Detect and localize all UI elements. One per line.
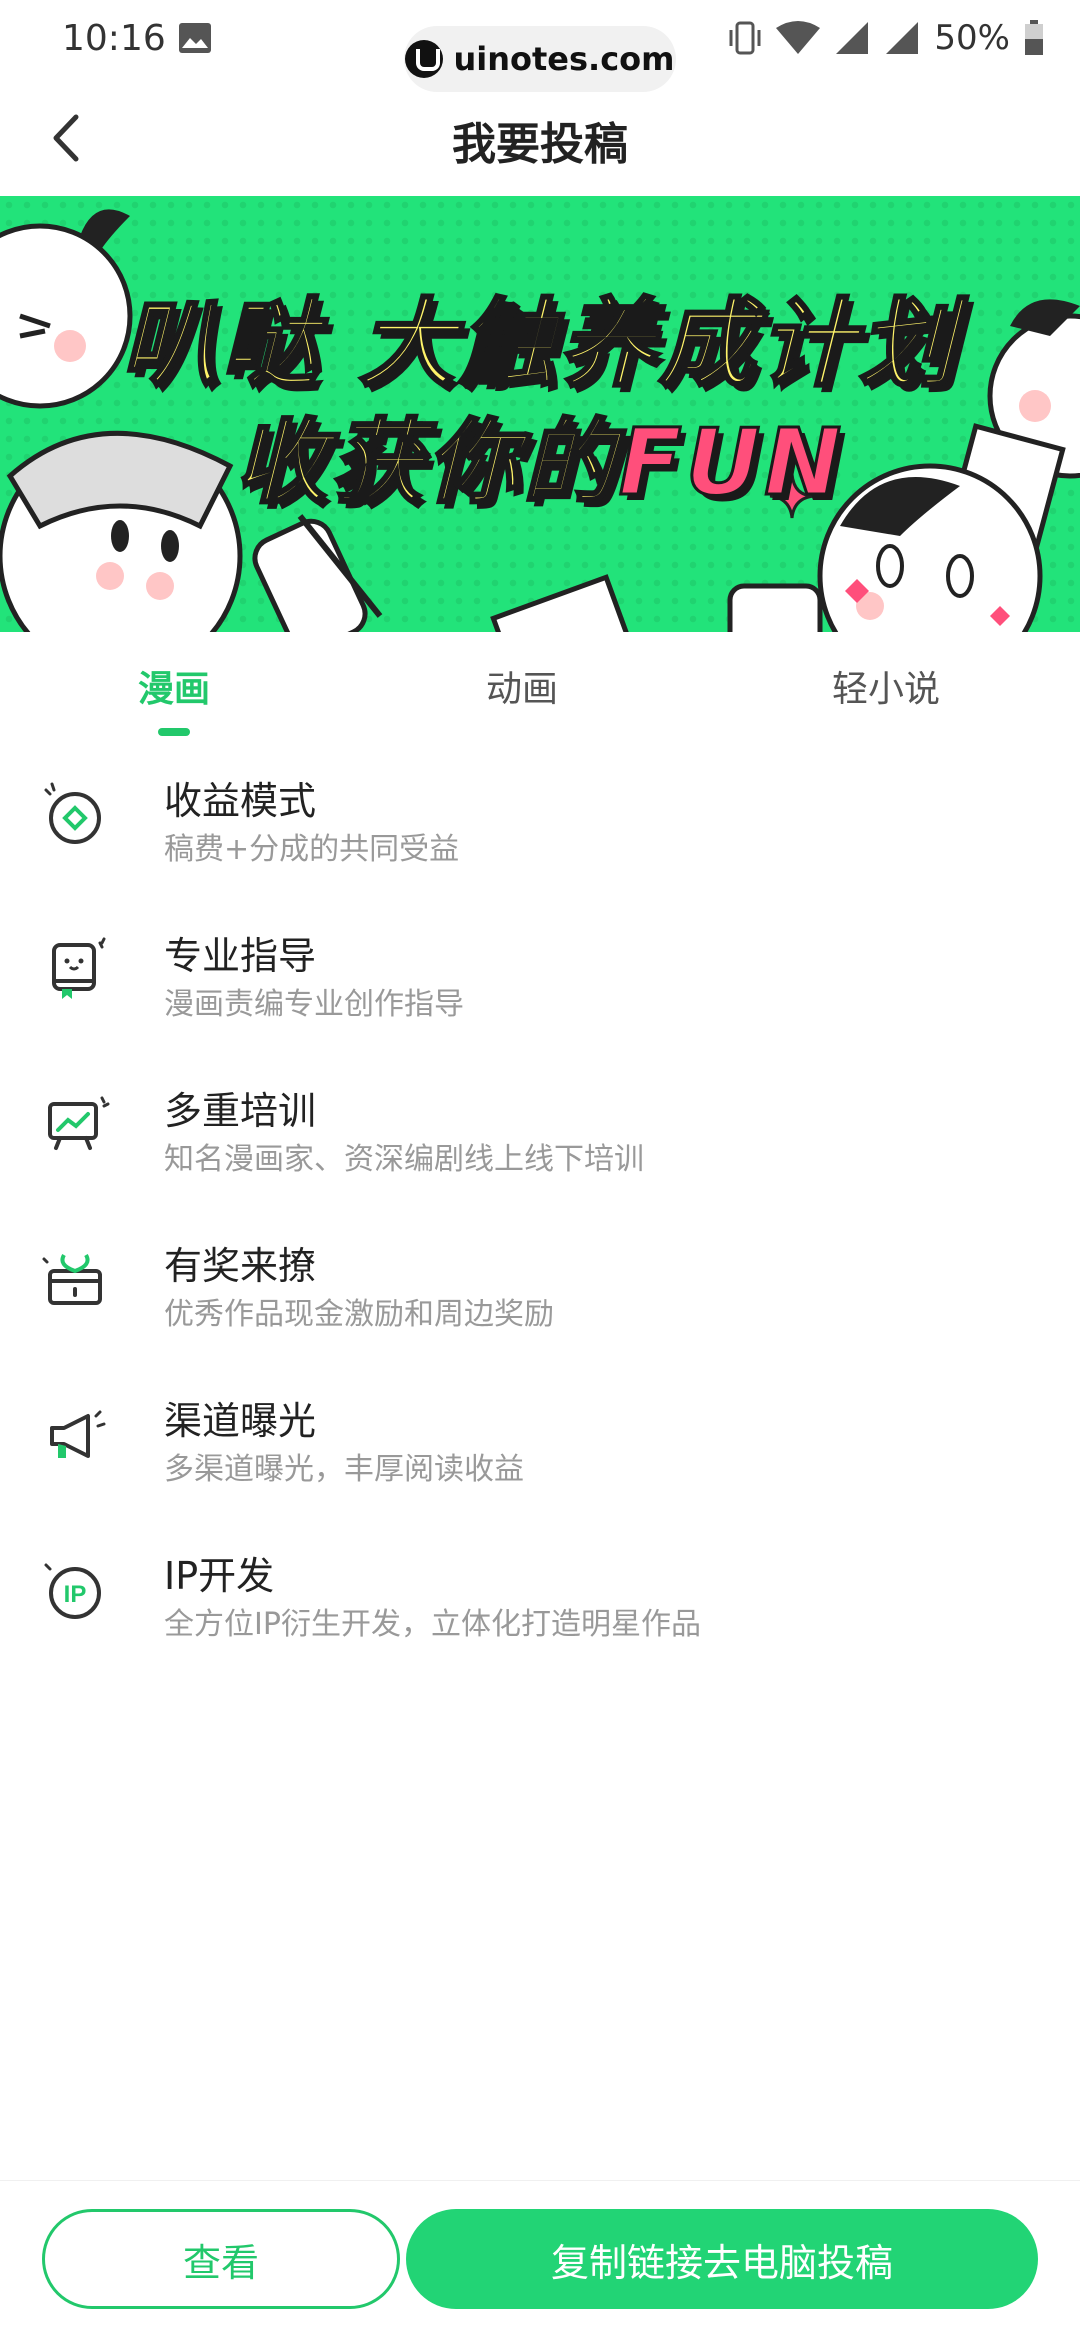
page-title: 我要投稿: [452, 119, 628, 170]
vibrate-icon: [729, 21, 761, 55]
bottom-action-bar: 查看 复制链接去电脑投稿: [0, 2180, 1080, 2341]
category-tabs: 漫画 动画 轻小说: [0, 640, 1080, 740]
feature-desc: 优秀作品现金激励和周边奖励: [164, 1297, 554, 1332]
feature-desc: 全方位IP衍生开发，立体化打造明星作品: [164, 1607, 701, 1642]
feature-desc: 知名漫画家、资深编剧线上线下培训: [164, 1142, 644, 1177]
ip-icon: IP: [44, 1563, 101, 1619]
nav-bar: 我要投稿: [0, 84, 1080, 194]
watermark-text: uinotes.com: [453, 40, 675, 78]
view-button[interactable]: 查看: [42, 2209, 400, 2309]
chart-board-icon: [48, 1096, 110, 1150]
banner-headline: 叭哒 大触养成计划: [120, 287, 959, 402]
feature-title: 专业指导: [164, 934, 317, 978]
watermark-logo-icon: [405, 40, 444, 78]
copy-link-button[interactable]: 复制链接去电脑投稿: [406, 2209, 1038, 2309]
tab-light-novel[interactable]: 轻小说: [832, 660, 940, 712]
banner-highlight: FUN: [617, 408, 846, 518]
promo-banner[interactable]: 叭哒 大触养成计划 收获你的FUN: [0, 196, 1080, 632]
status-icons: 50%: [728, 18, 1044, 58]
feature-title: IP开发: [164, 1554, 275, 1598]
feature-title: 多重培训: [164, 1089, 317, 1133]
feature-title: 渠道曝光: [164, 1399, 317, 1443]
feature-item-ip: IP IP开发 全方位IP衍生开发，立体化打造明星作品: [0, 1543, 1080, 1673]
book-icon: [52, 937, 106, 999]
coin-icon: [44, 782, 101, 844]
feature-desc: 漫画责编专业创作指导: [164, 987, 464, 1022]
feature-title: 收益模式: [164, 779, 317, 823]
feature-item-training: 多重培训 知名漫画家、资深编剧线上线下培训: [0, 1078, 1080, 1208]
tab-animation[interactable]: 动画: [486, 660, 558, 712]
wifi-icon: [776, 21, 821, 54]
feature-desc: 稿费+分成的共同受益: [164, 832, 460, 867]
signal-icon: [836, 22, 869, 54]
tab-active-indicator: [158, 728, 190, 736]
megaphone-icon: [50, 1410, 106, 1458]
watermark-badge: uinotes.com: [404, 26, 676, 92]
svg-text:IP: IP: [64, 1581, 87, 1608]
feature-item-guidance: 专业指导 漫画责编专业创作指导: [0, 923, 1080, 1053]
status-bar: 10:16 uinotes.com 50%: [0, 0, 1080, 92]
status-time: 10:16: [62, 18, 166, 59]
banner-subheadline: 收获你的FUN: [0, 388, 1080, 521]
feature-desc: 多渠道曝光，丰厚阅读收益: [164, 1452, 524, 1487]
feature-title: 有奖来撩: [164, 1244, 317, 1288]
feature-item-revenue: 收益模式 稿费+分成的共同受益: [0, 768, 1080, 898]
battery-percent: 50%: [934, 18, 1010, 58]
feature-item-exposure: 渠道曝光 多渠道曝光，丰厚阅读收益: [0, 1388, 1080, 1518]
image-notification-icon: [179, 23, 211, 53]
banner-subheadline-prefix: 收获你的: [233, 408, 619, 518]
battery-icon: [1025, 20, 1043, 55]
gift-icon: [42, 1253, 102, 1305]
feature-item-rewards: 有奖来撩 优秀作品现金激励和周边奖励: [0, 1233, 1080, 1363]
tab-manga[interactable]: 漫画: [138, 660, 210, 712]
signal-icon-2: [886, 22, 919, 54]
